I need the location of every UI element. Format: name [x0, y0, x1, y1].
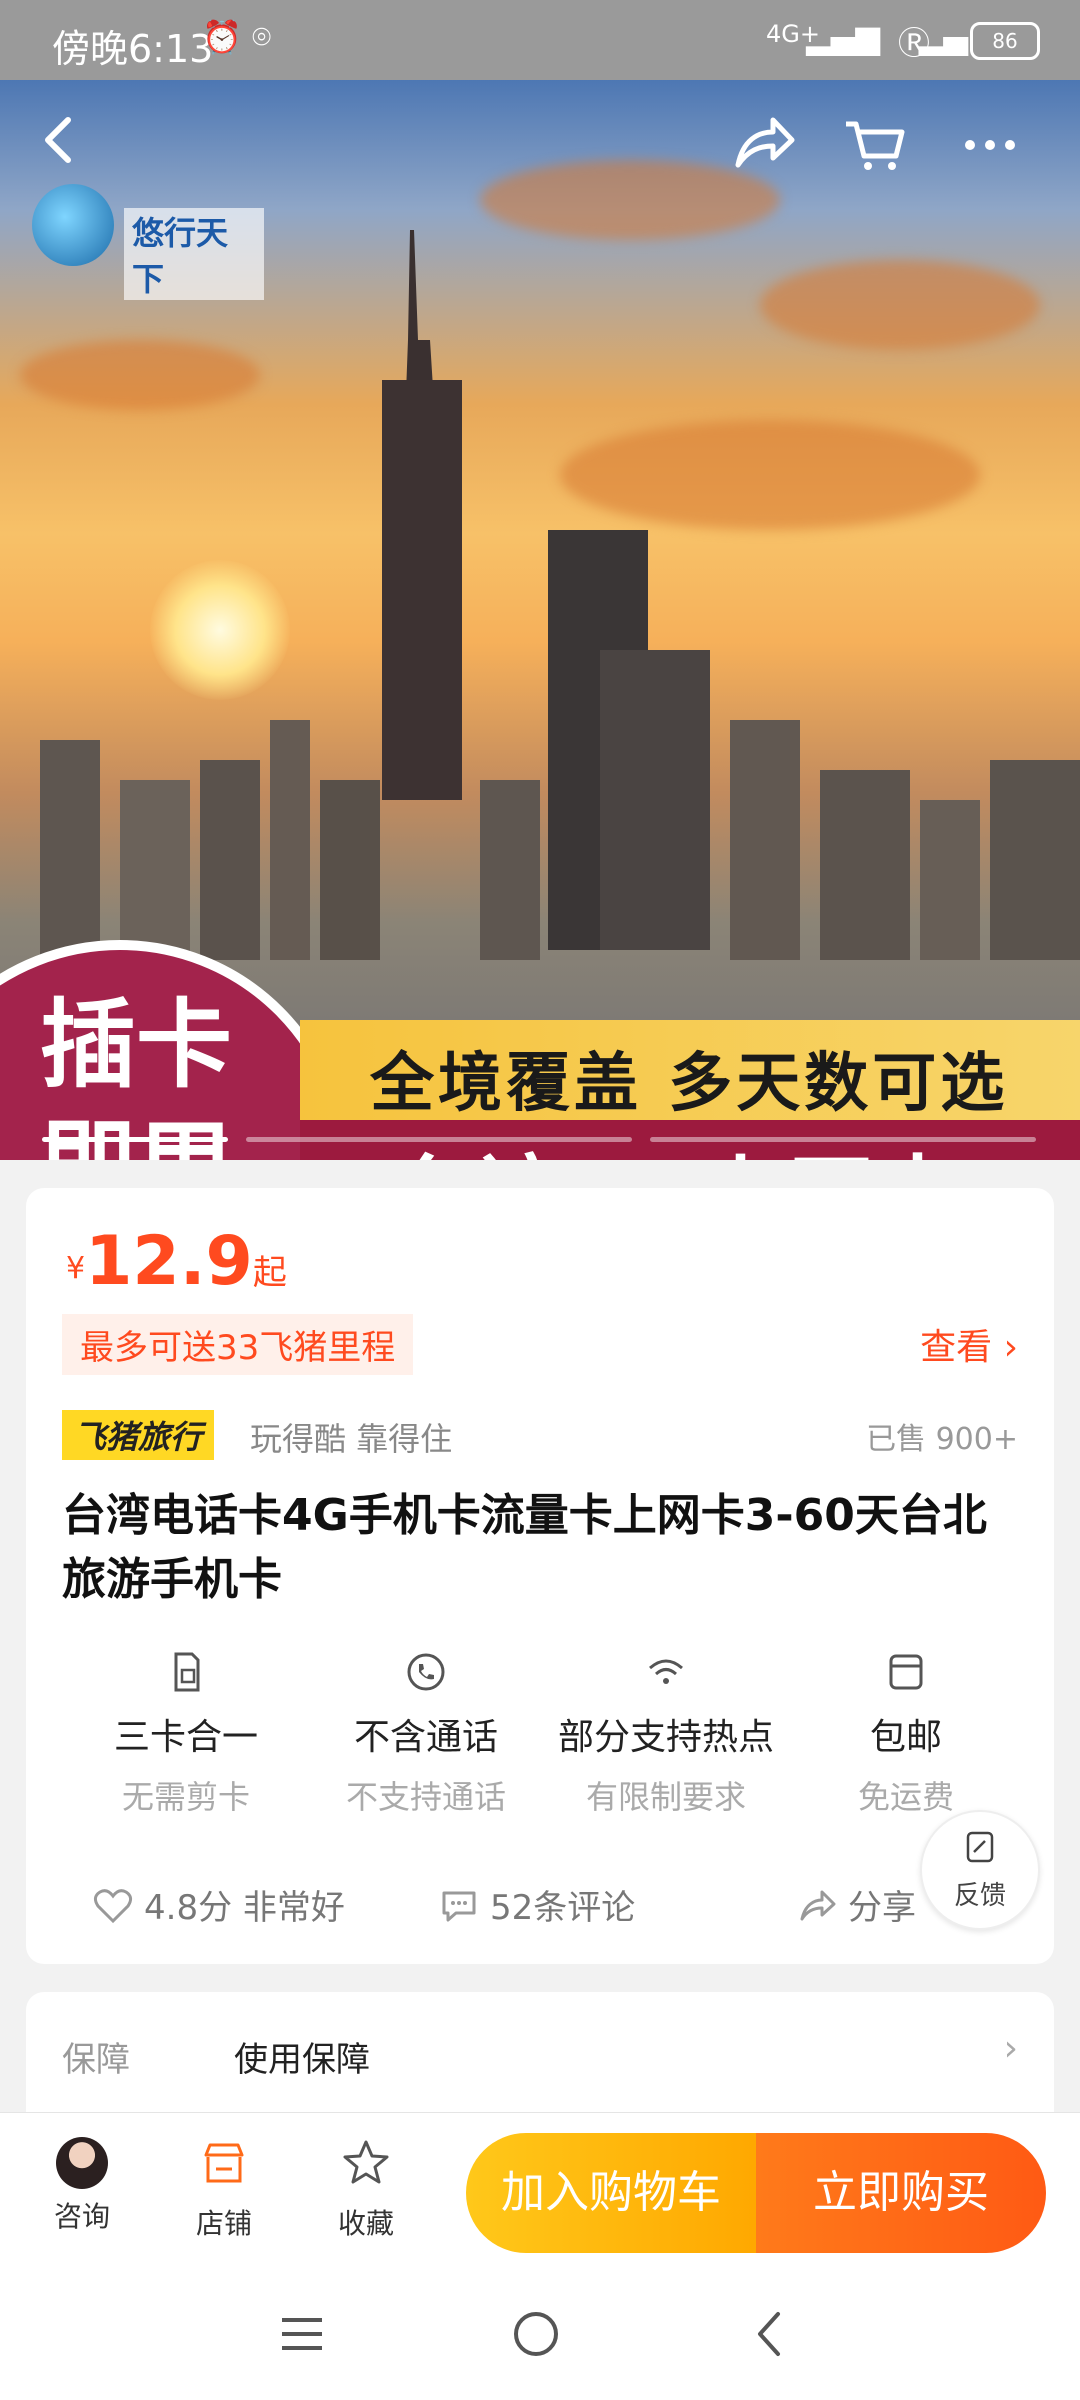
- favorite-button[interactable]: 收藏: [316, 2137, 416, 2242]
- brand-logo-text: 悠行天下: [124, 208, 264, 300]
- feedback-icon: [966, 1831, 994, 1863]
- feature-sub: 不支持通话: [345, 1778, 506, 1816]
- mileage-promo: 最多可送33飞猪里程: [62, 1314, 414, 1375]
- view-mileage-link[interactable]: 查看 ›: [920, 1318, 1018, 1370]
- home-icon[interactable]: [506, 2304, 566, 2364]
- phone-icon: [407, 1653, 445, 1691]
- shop-button[interactable]: 店铺: [174, 2137, 274, 2242]
- cart-icon: [846, 121, 905, 170]
- hero-banner[interactable]: 悠行天下 插卡 即用 全境覆盖 多天数可选 台湾4G上网卡: [0, 80, 1080, 1160]
- guarantee-value: 使用保障: [234, 2040, 370, 2080]
- favorite-label: 收藏: [337, 2207, 394, 2240]
- feature-label: 不含通话: [353, 1717, 498, 1758]
- feature-sub: 无需剪卡: [121, 1778, 250, 1816]
- product-info-card: ¥12.9起 最多可送33飞猪里程 查看 › 飞猪旅行 玩得酷 靠得住 已售 9…: [26, 1188, 1054, 1964]
- rating-text: 4.8分 非常好: [144, 1888, 345, 1928]
- share-icon: [735, 117, 795, 168]
- reviews-stat[interactable]: 52条评论: [438, 1880, 635, 1929]
- carousel-dot[interactable]: [246, 1137, 632, 1142]
- rating-stat[interactable]: 4.8分 非常好: [92, 1880, 345, 1929]
- promo-left-text: 插卡 即用: [40, 985, 232, 1160]
- battery-icon: 86: [970, 22, 1040, 60]
- avatar: [56, 2137, 108, 2189]
- share-stat[interactable]: 分享: [796, 1880, 916, 1929]
- signal-icon-2: ▂▄: [918, 18, 968, 56]
- price-value: 12.9: [85, 1222, 253, 1301]
- camera-icon: ⌾: [252, 18, 272, 56]
- brand-logo: 悠行天下: [24, 180, 264, 300]
- currency-symbol: ¥: [66, 1251, 86, 1286]
- system-nav-bar: [0, 2268, 1080, 2400]
- back-button[interactable]: [30, 110, 90, 170]
- consult-label: 咨询: [53, 2200, 110, 2233]
- star-icon: [343, 2140, 389, 2184]
- package-icon: [889, 1654, 923, 1690]
- menu-icon[interactable]: [272, 2304, 332, 2364]
- add-to-cart-button[interactable]: 加入购物车: [466, 2133, 756, 2253]
- sim-card-icon: [174, 1652, 200, 1692]
- feature-label: 三卡合一: [113, 1717, 258, 1758]
- promo-tagline: 全境覆盖 多天数可选: [370, 1047, 1009, 1121]
- consult-button[interactable]: 咨询: [32, 2137, 132, 2235]
- buy-now-button[interactable]: 立即购买: [756, 2133, 1046, 2253]
- comment-icon: [442, 1891, 476, 1922]
- share-button[interactable]: [728, 110, 798, 180]
- feature-label: 包邮: [869, 1717, 942, 1758]
- fliggy-badge: 飞猪旅行: [62, 1410, 215, 1460]
- alarm-icon: ⏰: [202, 18, 242, 56]
- feature-call: 不含通话 不支持通话: [306, 1648, 546, 1818]
- product-title: 台湾电话卡4G手机卡流量卡上网卡3-60天台北旅游手机卡: [62, 1490, 987, 1605]
- sold-count: 已售 900+: [866, 1422, 1018, 1457]
- promo-line-1: 插卡: [40, 989, 232, 1101]
- feature-shipping: 包邮 免运费: [786, 1648, 1026, 1818]
- chevron-right-icon: ›: [1003, 1327, 1018, 1368]
- feedback-button[interactable]: 反馈: [920, 1810, 1040, 1930]
- reviews-text: 52条评论: [490, 1888, 636, 1928]
- promo-headline: 台湾4G上网卡: [390, 1126, 964, 1160]
- share-text: 分享: [848, 1888, 916, 1928]
- share-icon: [800, 1890, 836, 1921]
- slogan: 玩得酷 靠得住: [250, 1420, 453, 1458]
- promo-line-2: 即用: [40, 1105, 232, 1160]
- shop-label: 店铺: [195, 2207, 252, 2240]
- status-bar: 傍晚6:13 ⏰ ⌾ 4G+ ▂▄▆ Ⓡ ▂▄ 86: [0, 0, 1080, 80]
- feature-label: 部分支持热点: [557, 1717, 774, 1758]
- back-icon: [45, 117, 71, 163]
- carousel-dot-active[interactable]: [42, 1137, 228, 1142]
- globe-icon: [32, 184, 114, 266]
- feature-hotspot: 部分支持热点 有限制要求: [546, 1648, 786, 1818]
- chevron-right-icon: ›: [1003, 2028, 1018, 2069]
- shop-icon: [204, 2143, 244, 2183]
- guarantee-label: 保障: [62, 2040, 130, 2080]
- feature-sub: 有限制要求: [585, 1778, 746, 1816]
- cart-button[interactable]: [840, 110, 910, 180]
- price-suffix: 起: [252, 1253, 287, 1293]
- more-icon: [965, 140, 1015, 150]
- wifi-icon: [649, 1659, 683, 1684]
- guarantee-row[interactable]: 保障 使用保障 ›: [26, 1992, 1054, 2112]
- bottom-action-bar: 咨询 店铺 收藏 加入购物车 立即购买: [0, 2112, 1080, 2269]
- more-button[interactable]: [956, 110, 1026, 180]
- signal-icon: ▂▄▆: [806, 18, 880, 56]
- carousel-dot[interactable]: [650, 1137, 1036, 1142]
- feedback-label: 反馈: [953, 1881, 1006, 1911]
- view-link-label: 查看: [920, 1327, 993, 1368]
- back-nav-icon[interactable]: [740, 2304, 800, 2364]
- status-time: 傍晚6:13: [52, 27, 214, 71]
- feature-sim: 三卡合一 无需剪卡: [66, 1648, 306, 1818]
- heart-icon: [93, 1889, 133, 1924]
- price: ¥12.9起: [66, 1222, 287, 1301]
